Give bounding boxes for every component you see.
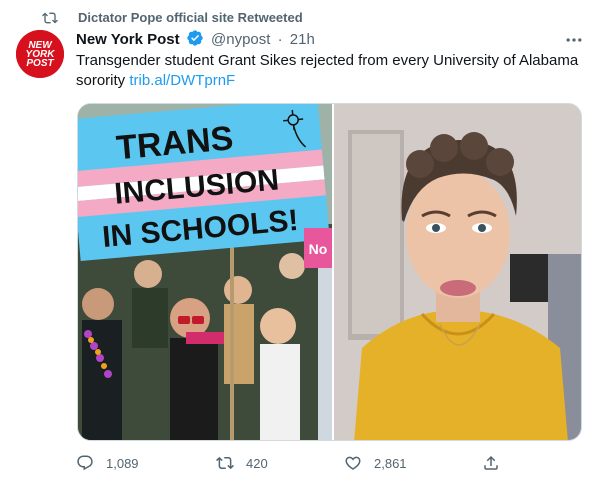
retweet-icon: [216, 456, 234, 470]
avatar-logo-line3: POST: [26, 58, 54, 69]
like-button[interactable]: 2,861: [344, 452, 407, 474]
retweet-banner-text[interactable]: Dictator Pope official site Retweeted: [78, 10, 303, 25]
tweet-actions: 1,089 420 2,861: [76, 452, 506, 474]
author-name[interactable]: New York Post: [76, 31, 180, 48]
share-button[interactable]: [482, 452, 500, 474]
tweet-text: Transgender student Grant Sikes rejected…: [76, 51, 586, 91]
author-handle[interactable]: @nypost: [211, 31, 270, 48]
heart-icon: [345, 456, 361, 470]
more-dots-icon: [566, 38, 582, 42]
more-options-button[interactable]: [564, 30, 584, 50]
reply-button[interactable]: 1,089: [76, 452, 139, 474]
tweet-header: New York Post @nypost · 21h: [76, 29, 315, 49]
header-separator: ·: [277, 31, 283, 48]
portrait-photo-image[interactable]: [334, 104, 581, 440]
reply-icon: [77, 455, 93, 471]
side-sign-text: No: [309, 241, 328, 257]
retweet-icon: [42, 10, 58, 26]
like-count: 2,861: [374, 455, 407, 471]
tweet-link[interactable]: trib.al/DWTprnF: [129, 72, 235, 89]
reply-count: 1,089: [106, 455, 139, 471]
verified-badge-icon: [186, 29, 204, 47]
retweet-count: 420: [246, 455, 268, 471]
retweet-button[interactable]: 420: [216, 452, 268, 474]
tweet-timestamp[interactable]: 21h: [290, 31, 315, 48]
avatar[interactable]: NEW YORK POST: [16, 30, 64, 78]
tweet-media[interactable]: TRANS INCLUSION IN SCHOOLS! No: [77, 103, 582, 441]
share-icon: [484, 455, 498, 470]
protest-sign-image[interactable]: TRANS INCLUSION IN SCHOOLS! No: [78, 104, 332, 440]
tweet-card[interactable]: Dictator Pope official site Retweeted NE…: [0, 0, 598, 483]
